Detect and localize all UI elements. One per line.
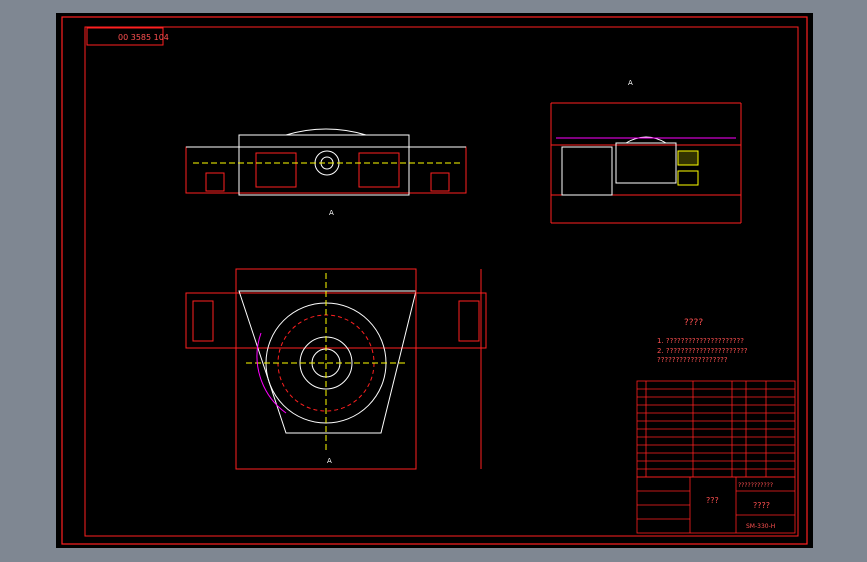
title-block-company: ??????????? [738,482,773,489]
section-view [550,102,742,224]
tech-req-title: ???? [684,318,703,328]
title-block-number: SM-330-H [746,523,775,530]
parts-list [636,380,796,478]
tech-req-line1: 1. ????????????????????? [657,337,744,345]
tech-req-line2: 2. ?????????????????????? [657,347,748,355]
outer-frame [61,16,808,545]
front-view [185,268,487,470]
top-left-label: 00 3585 104 [118,33,169,42]
section-mark-top: A [329,209,334,217]
tech-req-line3: ??????????????????? [657,356,728,364]
top-view [185,128,467,196]
drawing-canvas: 00 3585 104 A A A ???? 1. ??????????????… [61,16,808,545]
title-block-name: ??? [706,496,719,505]
cad-viewport[interactable]: 00 3585 104 A A A ???? 1. ??????????????… [56,13,813,548]
title-block-drawing-title: ???? [753,501,770,510]
section-label: A [628,79,633,87]
section-mark-bottom: A [327,457,332,465]
